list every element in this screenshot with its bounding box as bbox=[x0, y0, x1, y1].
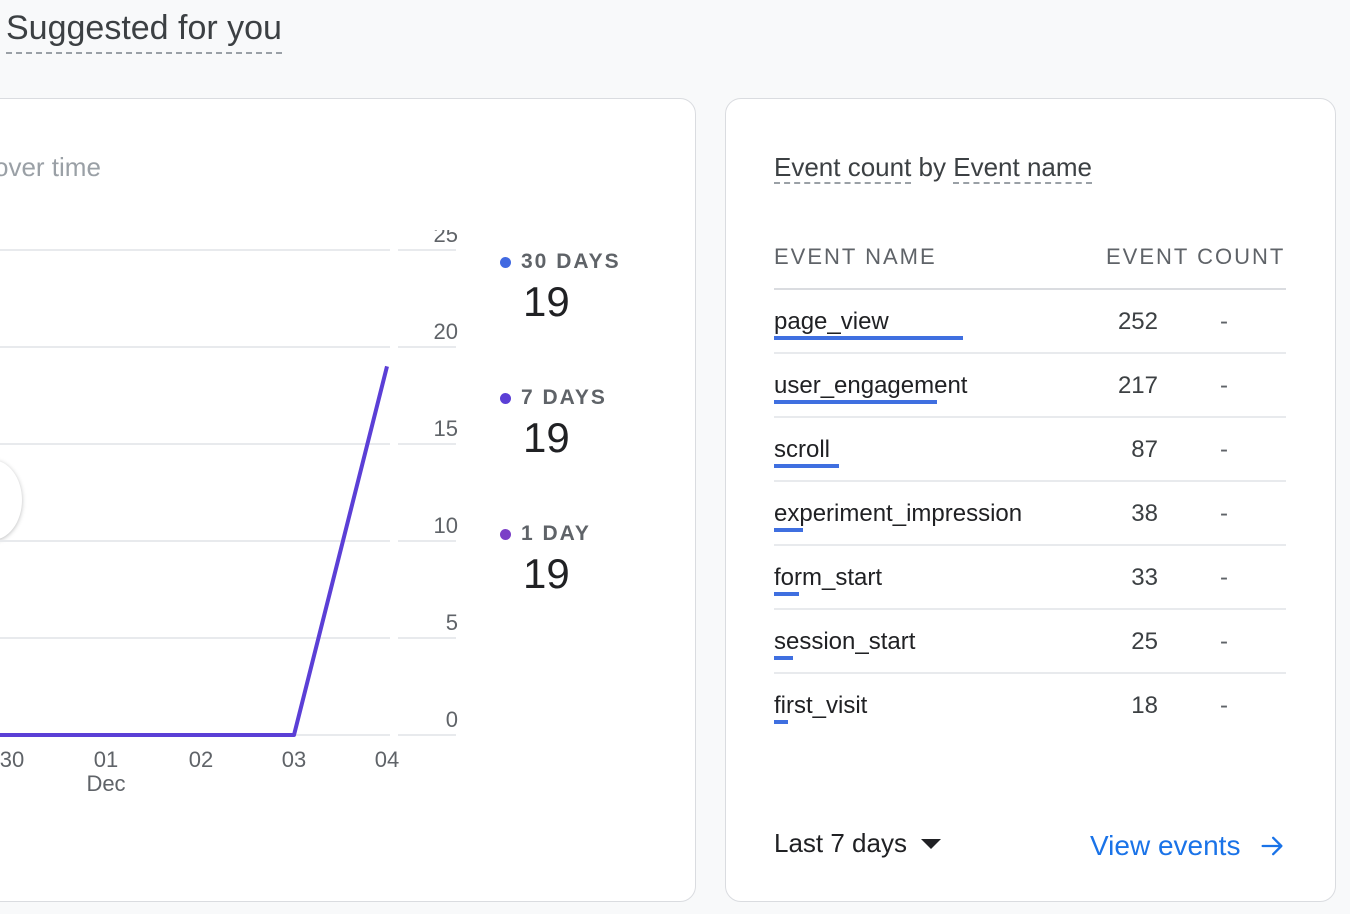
event-count-bar bbox=[774, 528, 803, 532]
table-row[interactable]: form_start 33 - bbox=[774, 546, 1286, 610]
legend-value: 19 bbox=[523, 414, 570, 461]
legend-label: 30 DAYS bbox=[521, 250, 621, 273]
table-row[interactable]: first_visit 18 - bbox=[774, 674, 1286, 738]
y-tick-label: 15 bbox=[434, 416, 458, 441]
event-change: - bbox=[1220, 372, 1228, 399]
event-change: - bbox=[1220, 628, 1228, 655]
legend-item: 1 DAY 19 bbox=[500, 522, 591, 598]
event-name: first_visit bbox=[774, 692, 868, 719]
event-count: 25 bbox=[1131, 628, 1158, 655]
legend-dot-icon bbox=[500, 256, 511, 268]
legend-head: 30 DAYS bbox=[500, 250, 621, 274]
x-tick-label: 03 bbox=[282, 747, 306, 772]
y-tick-label: 10 bbox=[434, 513, 458, 538]
y-tick-label: 20 bbox=[434, 319, 458, 344]
x-tick-sublabel: Dec bbox=[86, 771, 125, 796]
legend-label: 7 DAYS bbox=[521, 386, 607, 409]
x-tick-label: 02 bbox=[189, 747, 213, 772]
event-name: scroll bbox=[774, 436, 831, 463]
table-row[interactable]: scroll 87 - bbox=[774, 418, 1286, 482]
section-title[interactable]: Suggested for you bbox=[6, 6, 282, 54]
y-tick-label: 5 bbox=[446, 610, 458, 635]
view-events-label: View events bbox=[1090, 830, 1241, 861]
event-count-bar bbox=[774, 336, 963, 340]
date-range-selector[interactable]: Last 7 days bbox=[774, 828, 941, 859]
event-count-title: Event count by Event name bbox=[774, 150, 1092, 184]
event-name: form_start bbox=[774, 564, 883, 591]
event-change: - bbox=[1220, 308, 1228, 335]
date-range-label: Last 7 days bbox=[774, 828, 907, 858]
legend-head: 1 DAY bbox=[500, 522, 591, 546]
event-count-bar bbox=[774, 400, 937, 404]
x-tick-label: 01 bbox=[94, 747, 118, 772]
event-name: experiment_impression bbox=[774, 500, 1023, 527]
legend-value: 19 bbox=[523, 550, 570, 597]
users-over-time-title: over time bbox=[0, 150, 101, 184]
legend-item: 7 DAYS 19 bbox=[500, 386, 607, 462]
series-line bbox=[0, 365, 389, 737]
event-name: page_view bbox=[774, 308, 889, 335]
event-count: 217 bbox=[1117, 372, 1158, 399]
event-count: 252 bbox=[1117, 308, 1158, 335]
x-tick-label: 30 bbox=[0, 747, 24, 772]
event-count: 33 bbox=[1131, 564, 1158, 591]
y-tick-label: 25 bbox=[434, 230, 458, 247]
event-name: user_engagement bbox=[774, 372, 968, 399]
table-row[interactable]: session_start 25 - bbox=[774, 610, 1286, 674]
event-change: - bbox=[1220, 436, 1228, 463]
column-header-event-name: EVENT NAME bbox=[774, 244, 937, 269]
legend-item: 30 DAYS 19 bbox=[500, 250, 621, 326]
event-name: session_start bbox=[774, 628, 916, 655]
legend-value: 19 bbox=[523, 278, 570, 325]
y-tick-label: 0 bbox=[446, 707, 458, 732]
title-fade-text: over time bbox=[0, 152, 101, 182]
table-row[interactable]: experiment_impression 38 - bbox=[774, 482, 1286, 546]
event-change: - bbox=[1220, 564, 1228, 591]
event-change: - bbox=[1220, 692, 1228, 719]
column-header-event-count: EVENT COUNT bbox=[1106, 244, 1286, 269]
event-change: - bbox=[1220, 500, 1228, 527]
table-row[interactable]: page_view 252 - bbox=[774, 290, 1286, 354]
event-count-bar bbox=[774, 592, 799, 596]
view-events-link[interactable]: View events bbox=[1090, 830, 1286, 862]
event-count-bar bbox=[774, 656, 793, 660]
line-chart: 0 5 10 15 20 25 30 01Dec 02 03 04 bbox=[0, 230, 458, 796]
metric-selector[interactable]: Event count bbox=[774, 152, 912, 184]
event-count: 38 bbox=[1131, 500, 1158, 527]
legend-head: 7 DAYS bbox=[500, 386, 607, 410]
event-count-bar bbox=[774, 720, 788, 724]
event-count-bar bbox=[774, 464, 839, 468]
legend-label: 1 DAY bbox=[521, 522, 591, 545]
event-count: 87 bbox=[1131, 436, 1158, 463]
dimension-selector[interactable]: Event name bbox=[953, 152, 1092, 184]
legend-dot-icon bbox=[500, 528, 511, 540]
arrow-right-icon bbox=[1261, 836, 1283, 856]
event-count: 18 bbox=[1131, 692, 1158, 719]
x-tick-label: 04 bbox=[375, 747, 399, 772]
dropdown-caret-icon bbox=[920, 838, 941, 849]
legend-dot-icon bbox=[500, 392, 511, 404]
title-by: by bbox=[918, 152, 947, 182]
table-row[interactable]: user_engagement 217 - bbox=[774, 354, 1286, 418]
